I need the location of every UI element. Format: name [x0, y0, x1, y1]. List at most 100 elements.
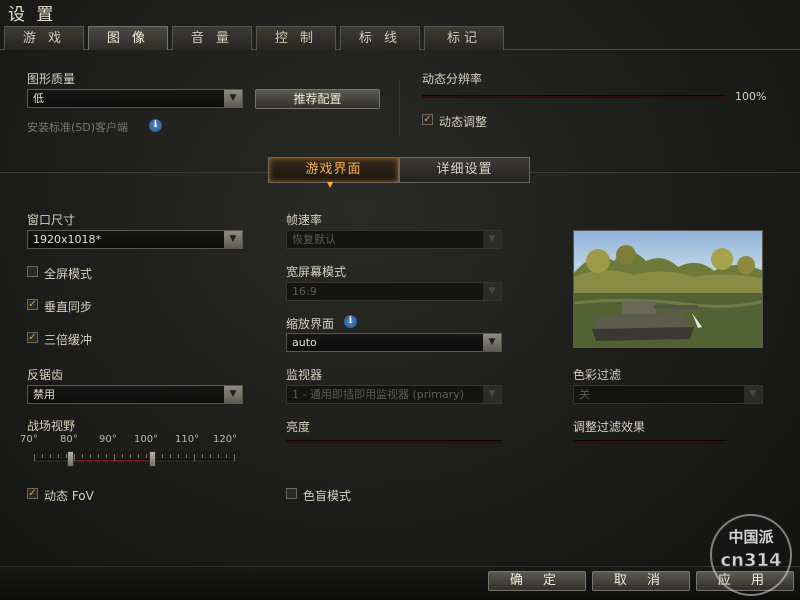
color-filter-dropdown[interactable]: 关 ▼	[573, 385, 763, 404]
subtab-game-ui[interactable]: 游戏界面	[268, 157, 399, 183]
scale-ui-label: 缩放界面	[286, 317, 335, 331]
window-size-dropdown[interactable]: 1920x1018* ▼	[27, 230, 243, 249]
info-icon[interactable]: i	[149, 119, 162, 132]
chevron-down-icon: ▼	[744, 386, 762, 403]
monitor-value: 1 - 通用即插即用监视器 (primary)	[292, 388, 465, 401]
fov-tick	[122, 454, 123, 458]
fov-tick	[234, 454, 235, 461]
chevron-down-icon: ▼	[224, 386, 242, 403]
antialiasing-value: 禁用	[33, 388, 55, 401]
fov-tick	[138, 454, 139, 458]
fov-tick	[82, 454, 83, 458]
window-size-label: 窗口尺寸	[27, 213, 76, 227]
brightness-slider[interactable]	[286, 440, 502, 443]
widescreen-dropdown[interactable]: 16:9 ▼	[286, 282, 502, 301]
subtab-advanced[interactable]: 详细设置	[399, 157, 530, 183]
color-filter-value: 关	[579, 388, 590, 401]
triple-buffer-label: 三倍缓冲	[44, 333, 93, 347]
dynamic-resolution-value: 100%	[735, 90, 767, 103]
recommended-settings-button[interactable]: 推荐配置	[255, 89, 380, 109]
fov-tick	[226, 454, 227, 458]
fov-tick	[170, 454, 171, 458]
cancel-button[interactable]: 取 消	[592, 571, 690, 591]
antialiasing-label: 反锯齿	[27, 368, 64, 382]
tab-game[interactable]: 游 戏	[4, 26, 84, 50]
watermark-line2: cn314	[720, 550, 781, 571]
framerate-value: 恢复默认	[292, 233, 336, 246]
checkbox-empty-icon	[286, 488, 297, 499]
checkmark-icon: ✓	[27, 299, 38, 310]
fov-tick-label: 90°	[99, 434, 117, 445]
watermark-line1: 中国派	[728, 528, 774, 546]
scale-ui-value: auto	[292, 336, 317, 349]
fov-max-handle[interactable]	[149, 451, 156, 467]
fov-tick	[202, 454, 203, 458]
fov-tick	[74, 454, 75, 461]
checkbox-empty-icon	[27, 266, 38, 277]
fov-tick	[162, 454, 163, 458]
fov-tick	[218, 454, 219, 458]
fullscreen-label: 全屏模式	[44, 267, 93, 281]
scale-ui-dropdown[interactable]: auto ▼	[286, 333, 502, 352]
fov-tick	[34, 454, 35, 461]
tab-sound[interactable]: 音 量	[172, 26, 252, 50]
chevron-down-icon: ▼	[483, 231, 501, 248]
graphics-quality-label: 图形质量	[27, 72, 76, 86]
fov-tick-label: 110°	[175, 434, 200, 445]
ok-button[interactable]: 确 定	[488, 571, 586, 591]
dynamic-resolution-label: 动态分辨率	[422, 72, 483, 86]
tab-bar: 游 戏 图 像 音 量 控 制 标 线 标记	[0, 26, 800, 50]
framerate-dropdown[interactable]: 恢复默认 ▼	[286, 230, 502, 249]
fov-tick	[114, 454, 115, 461]
info-icon[interactable]: i	[344, 315, 357, 328]
dynamic-adjust-label: 动态调整	[439, 115, 488, 129]
fov-tick	[186, 454, 187, 458]
fov-tick	[210, 454, 211, 458]
chevron-down-icon: ▼	[483, 334, 501, 351]
filter-effect-slider[interactable]	[573, 440, 726, 443]
install-sd-client-label: 安装标准(SD)客户端	[27, 121, 129, 134]
tank-preview-icon	[574, 245, 762, 347]
dynamic-fov-label: 动态 FoV	[44, 489, 94, 503]
fov-tick	[90, 454, 91, 458]
fov-tick	[58, 454, 59, 458]
graphics-quality-value: 低	[33, 92, 44, 105]
fov-tick-label: 80°	[60, 434, 78, 445]
window-size-value: 1920x1018*	[33, 233, 101, 246]
fov-ticks	[34, 454, 235, 464]
brightness-label: 亮度	[286, 420, 311, 434]
monitor-label: 监视器	[286, 368, 323, 382]
dynamic-resolution-slider[interactable]	[422, 95, 726, 98]
fov-tick	[50, 454, 51, 458]
watermark-logo: 中国派 cn314	[706, 512, 796, 598]
checkmark-icon: ✓	[422, 114, 433, 125]
tab-graphics[interactable]: 图 像	[88, 26, 168, 50]
fov-tick	[106, 454, 107, 458]
antialiasing-dropdown[interactable]: 禁用 ▼	[27, 385, 243, 404]
section-divider	[399, 80, 400, 136]
framerate-label: 帧速率	[286, 213, 323, 227]
monitor-dropdown[interactable]: 1 - 通用即插即用监视器 (primary) ▼	[286, 385, 502, 404]
graphics-preview-image	[573, 230, 763, 348]
fov-tick	[42, 454, 43, 458]
fov-min-handle[interactable]	[67, 451, 74, 467]
tab-markers[interactable]: 标记	[424, 26, 504, 50]
fov-tick	[194, 454, 195, 461]
filter-effect-label: 调整过滤效果	[573, 420, 646, 434]
graphics-quality-dropdown[interactable]: 低 ▼	[27, 89, 243, 108]
fov-tick-label: 70°	[20, 434, 38, 445]
fov-tick-label: 120°	[213, 434, 238, 445]
chevron-down-icon: ▼	[327, 180, 334, 189]
tab-controls[interactable]: 控 制	[256, 26, 336, 50]
fov-tick-label: 100°	[134, 434, 159, 445]
chevron-down-icon: ▼	[483, 386, 501, 403]
fov-label: 战场视野	[27, 419, 76, 433]
tab-reticle[interactable]: 标 线	[340, 26, 420, 50]
fov-tick	[98, 454, 99, 458]
widescreen-value: 16:9	[292, 285, 317, 298]
fov-tick	[178, 454, 179, 458]
colorblind-label: 色盲模式	[303, 489, 352, 503]
chevron-down-icon: ▼	[224, 231, 242, 248]
fov-tick	[146, 454, 147, 458]
fov-tick-labels: 70° 80° 90° 100° 110° 120°	[20, 434, 250, 448]
